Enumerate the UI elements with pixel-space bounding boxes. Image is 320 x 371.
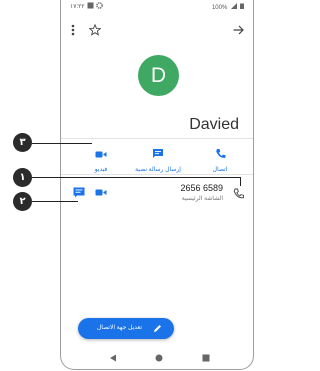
battery-percent: 100% [211,5,228,11]
back-arrow-icon[interactable] [233,25,244,35]
navigation-bar [61,350,253,366]
divider [61,138,253,139]
call-number-icon[interactable] [233,188,244,199]
nav-recents-icon[interactable] [202,354,210,362]
phone-number-row[interactable]: 2656 6589 الشاشة الرئيسية [61,178,253,208]
edit-contact-button[interactable]: تعديل جهة الاتصال [78,318,174,339]
nav-back-icon[interactable] [109,354,117,362]
videocam-icon [95,151,107,158]
status-icons: 100% [212,3,245,11]
callout-two: ٢ [13,192,32,211]
call-action-label: اتصال [212,167,228,173]
edit-pencil-icon [154,325,161,332]
star-icon[interactable] [89,24,101,36]
signal-icon [231,3,244,9]
callout-one: ١ [13,168,32,187]
phone-icon [215,149,225,158]
video-action-label: فيديو [94,167,108,173]
nav-home-icon[interactable] [155,354,163,362]
video-action[interactable]: فيديو [86,146,116,173]
phone-screen: ١٧:٢٢ 100% D Davied فيديو إرسال رسالة نص… [60,0,254,370]
image-notification-icon [87,2,94,9]
message-number-icon[interactable] [73,187,85,198]
callout-one-line-drop [240,177,241,186]
settings-notification-icon [96,2,103,9]
message-action-label: إرسال رسالة نصية [135,167,181,173]
edit-contact-label: تعديل جهة الاتصال [96,325,142,331]
status-time: ١٧:٢٢ [70,4,85,10]
call-action[interactable]: اتصال [205,146,235,173]
phone-number: 2656 6589 [180,183,223,193]
top-app-bar [61,14,253,42]
more-options-icon[interactable] [71,24,75,36]
message-action[interactable]: إرسال رسالة نصية [126,146,190,173]
callout-one-line [32,177,240,178]
message-icon [153,149,163,158]
callout-three-line [32,143,92,144]
status-bar: ١٧:٢٢ 100% [61,0,253,13]
phone-number-type: الشاشة الرئيسية [181,196,223,202]
callout-two-line [32,201,78,202]
callout-three: ٣ [13,133,32,152]
contact-name: Davied [189,116,239,133]
video-call-number-icon[interactable] [95,188,107,197]
contact-avatar: D [138,55,179,96]
divider [61,174,253,175]
